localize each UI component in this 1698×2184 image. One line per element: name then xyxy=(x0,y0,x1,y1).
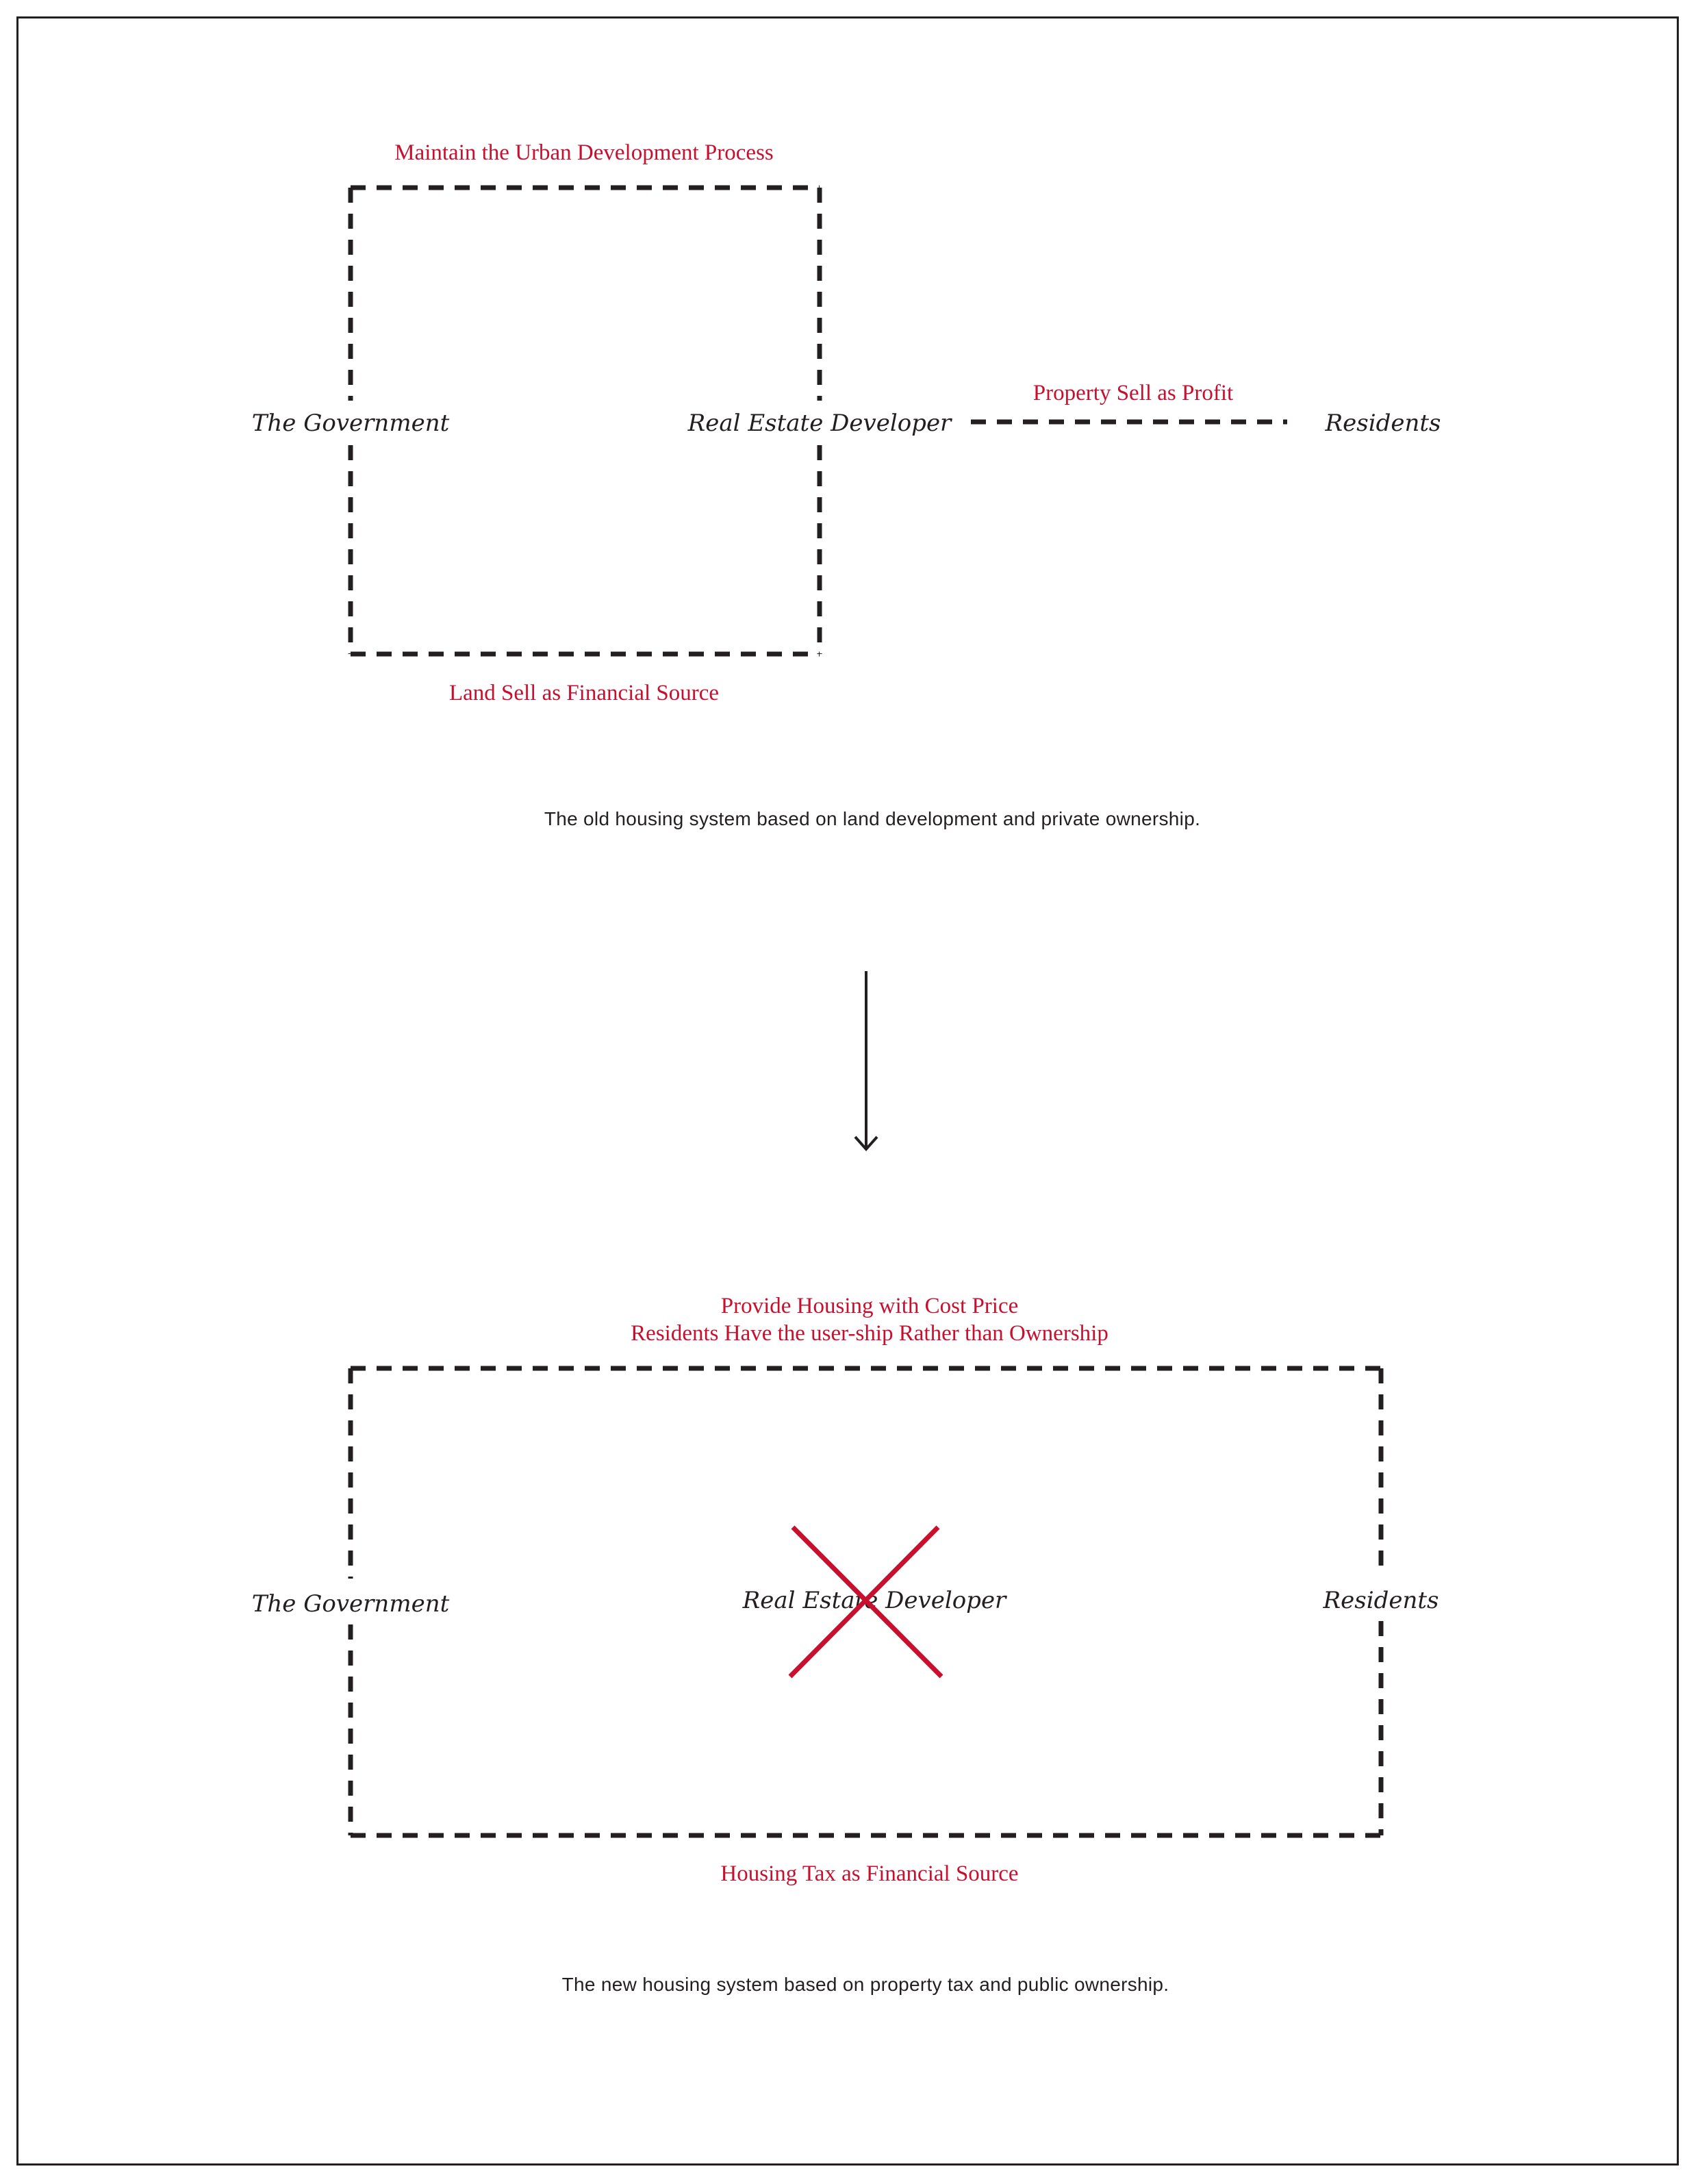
old-government-label: The Government xyxy=(252,410,450,437)
new-system-diagram: Provide Housing with Cost Price Resident… xyxy=(252,1294,1439,1995)
housing-system-diagram: Maintain the Urban Development Process T… xyxy=(252,140,1441,1995)
old-system-diagram: Maintain the Urban Development Process T… xyxy=(252,140,1441,829)
old-bottom-relation-label: Land Sell as Financial Source xyxy=(449,681,719,705)
new-government-label: The Government xyxy=(252,1590,450,1618)
new-bottom-relation-label: Housing Tax as Financial Source xyxy=(720,1861,1018,1886)
new-top-relation-label-line2: Residents Have the user-ship Rather than… xyxy=(631,1321,1108,1346)
down-arrow-icon xyxy=(854,971,878,1152)
old-residents-label: Residents xyxy=(1325,410,1441,437)
new-system-caption: The new housing system based on property… xyxy=(562,1974,1169,1995)
old-developer-label: Real Estate Developer xyxy=(687,410,952,437)
new-top-relation-label-line1: Provide Housing with Cost Price xyxy=(721,1294,1019,1318)
old-top-relation-label: Maintain the Urban Development Process xyxy=(394,140,774,165)
new-residents-label: Residents xyxy=(1323,1587,1439,1614)
old-developer-resident-relation-label: Property Sell as Profit xyxy=(1033,381,1233,405)
old-system-caption: The old housing system based on land dev… xyxy=(544,808,1200,829)
